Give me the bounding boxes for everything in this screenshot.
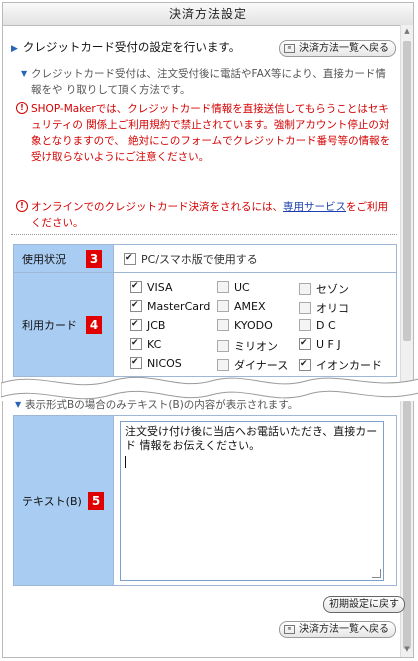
card-label: ダイナース: [234, 358, 289, 372]
use-pc-smartphone-label: PC/スマホ版で使用する: [141, 252, 258, 266]
back-to-list-button-bottom[interactable]: ≡ 決済方法一覧へ戻る: [279, 621, 396, 638]
triangle-bullet-icon: ▼: [21, 69, 28, 78]
usage-value-cell: PC/スマホ版で使用する: [113, 244, 397, 273]
scroll-up-arrow-icon[interactable]: ▲: [401, 25, 413, 37]
card-label: U F J: [316, 337, 341, 351]
card-label: KC: [147, 337, 162, 351]
card-label: イオンカード: [316, 358, 382, 372]
card-label: MasterCard: [147, 299, 211, 313]
divider: [11, 234, 397, 235]
list-icon: ≡: [284, 624, 295, 634]
card-checkbox[interactable]: [130, 299, 142, 312]
card-checkbox[interactable]: [299, 301, 311, 314]
text-b-label: テキスト(B): [22, 494, 82, 508]
card-checkbox[interactable]: [217, 339, 229, 352]
back-to-list-label-top: 決済方法一覧へ戻る: [299, 43, 389, 54]
scrollbar-thumb-upper[interactable]: [403, 41, 411, 341]
text-b-textarea[interactable]: 注文受け付け後に当店へお電話いただき、直接カード 情報をお伝えください。: [120, 420, 384, 581]
online-notice-prefix: オンラインでのクレジットカード決済をされるには、: [31, 201, 283, 213]
card-option[interactable]: ダイナース: [217, 357, 288, 373]
card-label: ミリオン: [234, 339, 278, 353]
card-option[interactable]: イオンカード: [299, 357, 382, 373]
card-option[interactable]: NICOS: [130, 356, 182, 370]
card-checkbox[interactable]: [130, 318, 142, 331]
card-checkbox[interactable]: [130, 356, 142, 369]
text-b-textarea-content: 注文受け付け後に当店へお電話いただき、直接カード 情報をお伝えください。: [125, 424, 378, 452]
card-label: UC: [234, 280, 250, 294]
resize-grip-icon[interactable]: [372, 568, 381, 578]
text-b-note: ▼ 表示形式Bの場合のみテキスト(B)の内容が表示されます。: [15, 397, 391, 413]
card-option[interactable]: VISA: [130, 280, 173, 294]
settings-table-lower: テキスト(B) 5 注文受け付け後に当店へお電話いただき、直接カード 情報をお伝…: [13, 415, 397, 586]
card-label: AMEX: [234, 299, 266, 313]
card-checkbox[interactable]: [217, 280, 229, 293]
window-title: 決済方法設定: [3, 3, 413, 26]
card-option[interactable]: オリコ: [299, 300, 349, 316]
step-badge-3: 3: [86, 250, 102, 268]
card-label: JCB: [147, 318, 166, 332]
card-checkbox[interactable]: [299, 337, 311, 350]
text-caret: [125, 455, 126, 468]
card-checkbox[interactable]: [217, 318, 229, 331]
list-icon: ≡: [284, 43, 295, 53]
triangle-bullet-icon: ▼: [15, 400, 22, 409]
info-note: ▼ クレジットカード受付は、注文受付後に電話やFAX等により、直接カード情報をや …: [21, 66, 391, 98]
card-option[interactable]: JCB: [130, 318, 166, 332]
card-label: D C: [316, 318, 336, 332]
card-checkbox[interactable]: [130, 337, 142, 350]
scrollbar-thumb-lower[interactable]: [403, 401, 411, 649]
card-label: VISA: [147, 280, 173, 294]
usage-label: 使用状況: [22, 252, 66, 266]
card-option[interactable]: U F J: [299, 337, 341, 351]
reset-defaults-label: 初期設定に戻す: [329, 599, 399, 610]
section-heading-text: クレジットカード受付の設定を行います。: [22, 40, 241, 54]
back-to-list-label-bottom: 決済方法一覧へ戻る: [299, 624, 389, 635]
card-checkbox[interactable]: [217, 358, 229, 371]
card-option[interactable]: UC: [217, 280, 250, 294]
cards-value-cell: VISA UC セゾン MasterCard AMEX オリコ JCB KYODO D C KC ミ…: [113, 272, 397, 377]
card-label: セゾン: [316, 282, 349, 296]
card-option[interactable]: D C: [299, 318, 336, 332]
card-option[interactable]: KYODO: [217, 318, 273, 332]
back-to-list-button-top[interactable]: ≡ 決済方法一覧へ戻る: [279, 40, 396, 57]
card-checkbox[interactable]: [299, 282, 311, 295]
reset-defaults-button[interactable]: 初期設定に戻す: [323, 596, 405, 613]
card-option[interactable]: セゾン: [299, 281, 349, 297]
settings-window: 決済方法設定 ▲ ▼ ▶ クレジットカード受付の設定を行います。 ≡ 決済方法一覧へ…: [1, 2, 418, 658]
settings-table-upper: 使用状況 3 PC/スマホ版で使用する 利用カード 4 VISA UC セゾン Mas…: [13, 244, 397, 377]
card-checkbox[interactable]: [299, 358, 311, 371]
text-b-label-cell: テキスト(B) 5: [13, 415, 114, 586]
card-option[interactable]: KC: [130, 337, 162, 351]
card-checkbox[interactable]: [130, 280, 142, 293]
card-checkbox[interactable]: [217, 299, 229, 312]
card-checkbox[interactable]: [299, 318, 311, 331]
card-option[interactable]: MasterCard: [130, 299, 211, 313]
card-options-grid: VISA UC セゾン MasterCard AMEX オリコ JCB KYODO D C KC ミ…: [114, 275, 395, 375]
security-warning: ! SHOP-Makerでは、クレジットカード情報を直接送信してもらうことはセキュ…: [16, 101, 391, 165]
card-label: KYODO: [234, 318, 273, 332]
text-b-note-text: 表示形式Bの場合のみテキスト(B)の内容が表示されます。: [25, 399, 299, 411]
usage-label-cell: 使用状況 3: [13, 244, 114, 273]
online-payment-notice: ! オンラインでのクレジットカード決済をされるには、専用サービスをご利用ください。: [16, 199, 391, 231]
exclamation-icon: !: [16, 200, 28, 212]
card-option[interactable]: ミリオン: [217, 338, 278, 354]
text-b-value-cell: 注文受け付け後に当店へお電話いただき、直接カード 情報をお伝えください。: [113, 415, 397, 586]
use-pc-smartphone-checkbox[interactable]: [124, 252, 136, 265]
card-option[interactable]: AMEX: [217, 299, 266, 313]
cards-label: 利用カード: [22, 318, 77, 332]
step-badge-4: 4: [86, 316, 102, 334]
security-warning-text: SHOP-Makerでは、クレジットカード情報を直接送信してもらうことはセキュリ…: [31, 103, 391, 163]
card-label: NICOS: [147, 356, 182, 370]
dedicated-service-link[interactable]: 専用サービス: [283, 201, 346, 213]
card-label: オリコ: [316, 301, 349, 315]
info-note-text: クレジットカード受付は、注文受付後に電話やFAX等により、直接カード情報をや り…: [31, 68, 386, 96]
section-heading: ▶ クレジットカード受付の設定を行います。: [11, 39, 240, 55]
triangle-bullet-icon: ▶: [11, 44, 18, 54]
exclamation-icon: !: [16, 102, 28, 114]
step-badge-5: 5: [88, 492, 104, 510]
cards-label-cell: 利用カード 4: [13, 272, 114, 377]
scroll-down-arrow-icon[interactable]: ▼: [401, 643, 413, 655]
